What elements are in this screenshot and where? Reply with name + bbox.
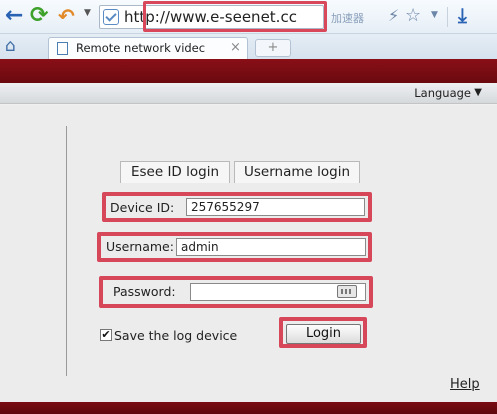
star-icon[interactable]: ☆ [405, 5, 421, 26]
lightning-icon[interactable]: ⚡ [388, 6, 399, 25]
toolbar-divider [447, 7, 448, 27]
download-icon[interactable]: ⤓ [458, 3, 467, 27]
document-icon [57, 42, 68, 55]
save-device-label: Save the log device [114, 328, 238, 343]
username-highlight-box [97, 232, 372, 262]
address-bar[interactable]: http://www.e-seenet.cc [99, 5, 324, 29]
language-selector[interactable]: Language [414, 86, 471, 100]
browser-toolbar: ← ⟳ ↶ ▼ http://www.e-seenet.cc 加速器 ⚡ ☆ ▼… [0, 0, 497, 34]
shield-icon [103, 9, 119, 25]
close-icon[interactable]: × [230, 40, 241, 55]
tab-bar: ⌂ Remote network videc × + [0, 34, 497, 59]
back-arrow-icon[interactable]: ← [5, 3, 23, 29]
language-bar: Language ▼ [0, 83, 497, 104]
undo-icon[interactable]: ↶ [58, 3, 75, 29]
chevron-down-icon[interactable]: ▼ [431, 10, 438, 20]
tab-title: Remote network videc [76, 41, 206, 55]
tab-esee-id-login[interactable]: Esee ID login [120, 161, 230, 183]
address-url[interactable]: http://www.e-seenet.cc [124, 8, 320, 26]
save-device-checkbox[interactable]: ✔ [100, 329, 112, 341]
divider-line [66, 126, 67, 376]
chevron-down-icon[interactable]: ▼ [84, 8, 91, 18]
page-footer-bar [0, 402, 497, 414]
home-icon[interactable]: ⌂ [5, 36, 16, 56]
new-tab-button[interactable]: + [255, 39, 291, 57]
chevron-down-icon[interactable]: ▼ [474, 87, 482, 98]
tab-username-login[interactable]: Username login [234, 161, 360, 183]
accelerator-label[interactable]: 加速器 [331, 10, 364, 26]
browser-tab[interactable]: Remote network videc × [48, 37, 248, 59]
help-link[interactable]: Help [450, 377, 480, 392]
login-panel: Esee ID login Username login Device ID: … [0, 105, 497, 402]
password-highlight-box [99, 276, 373, 308]
refresh-icon[interactable]: ⟳ [30, 3, 48, 29]
page-banner [0, 59, 497, 83]
device-id-highlight-box [102, 192, 372, 222]
login-highlight-box [279, 317, 367, 348]
